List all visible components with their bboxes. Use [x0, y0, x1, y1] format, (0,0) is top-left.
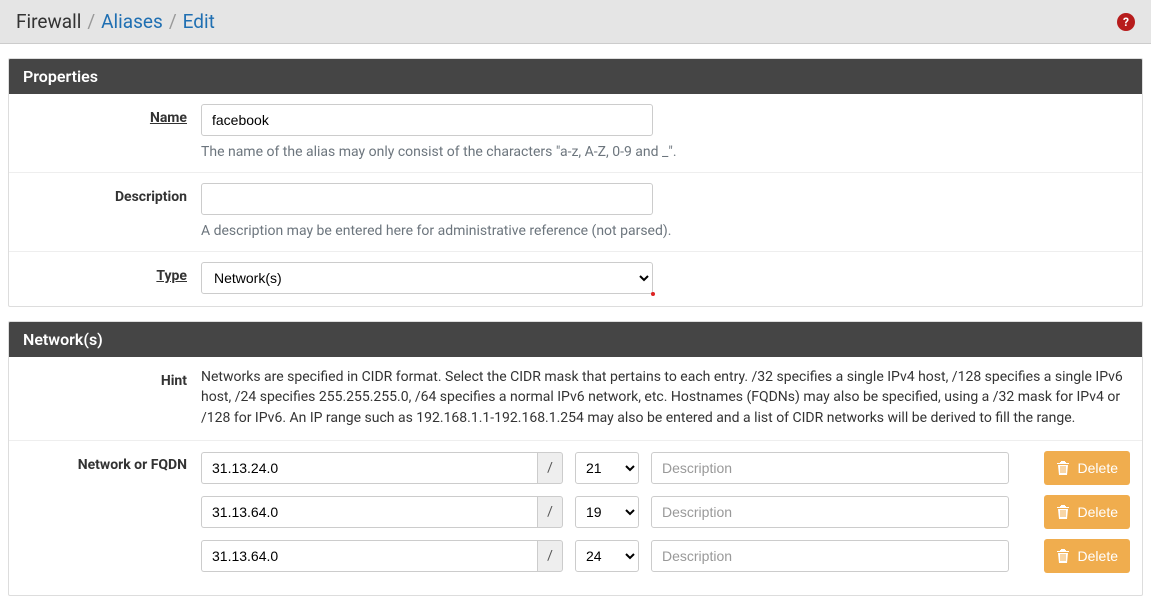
- hint-row: Hint Networks are specified in CIDR form…: [9, 357, 1142, 441]
- cidr-select[interactable]: 19: [575, 496, 639, 528]
- delete-button-label: Delete: [1078, 504, 1118, 520]
- entry-description-input[interactable]: [651, 452, 1009, 484]
- trash-icon: [1056, 504, 1070, 520]
- properties-panel: Properties Name The name of the alias ma…: [8, 58, 1143, 307]
- entry-label: Network or FQDN: [21, 451, 201, 495]
- trash-icon: [1056, 548, 1070, 564]
- entry-label: [21, 539, 201, 583]
- delete-button-label: Delete: [1078, 548, 1118, 564]
- type-select[interactable]: Network(s): [201, 262, 653, 294]
- entry-description-input[interactable]: [651, 496, 1009, 528]
- type-label: Type: [21, 262, 201, 294]
- network-address-input[interactable]: [201, 452, 537, 484]
- delete-button[interactable]: Delete: [1044, 495, 1130, 529]
- networks-panel: Network(s) Hint Networks are specified i…: [8, 321, 1143, 596]
- breadcrumb-link-aliases[interactable]: Aliases: [101, 10, 163, 33]
- breadcrumb-link-edit[interactable]: Edit: [183, 10, 215, 33]
- cidr-select[interactable]: 21: [575, 452, 639, 484]
- name-help-text: The name of the alias may only consist o…: [201, 144, 1130, 160]
- delete-button-label: Delete: [1078, 460, 1118, 476]
- name-row: Name The name of the alias may only cons…: [9, 94, 1142, 173]
- networks-panel-header: Network(s): [9, 322, 1142, 357]
- breadcrumb-bar: Firewall / Aliases / Edit ?: [0, 0, 1151, 44]
- hint-label: Hint: [21, 367, 201, 428]
- trash-icon: [1056, 460, 1070, 476]
- breadcrumb-sep: /: [87, 10, 95, 33]
- description-row: Description A description may be entered…: [9, 173, 1142, 252]
- network-entry-row: / 21 Delete: [201, 451, 1130, 485]
- name-label: Name: [21, 104, 201, 160]
- type-row: Type Network(s): [9, 252, 1142, 306]
- properties-panel-header: Properties: [9, 59, 1142, 94]
- entries-row: Network or FQDN / 21 Delete / 19 Delete/24Dele…: [9, 441, 1142, 595]
- network-entry-row: /24Delete: [201, 539, 1130, 573]
- description-label: Description: [21, 183, 201, 239]
- slash-addon: /: [537, 452, 563, 484]
- slash-addon: /: [537, 496, 563, 528]
- breadcrumb-sep: /: [169, 10, 177, 33]
- entry-label: [21, 495, 201, 539]
- network-entry-row: / 19 Delete: [201, 495, 1130, 529]
- red-dot-icon: [651, 292, 655, 296]
- help-icon[interactable]: ?: [1117, 13, 1135, 31]
- description-input[interactable]: [201, 183, 653, 215]
- delete-button[interactable]: Delete: [1044, 451, 1130, 485]
- network-address-input[interactable]: [201, 496, 537, 528]
- breadcrumb: Firewall / Aliases / Edit: [16, 10, 215, 33]
- name-input[interactable]: [201, 104, 653, 136]
- delete-button[interactable]: Delete: [1044, 539, 1130, 573]
- description-help-text: A description may be entered here for ad…: [201, 223, 1130, 239]
- hint-text: Networks are specified in CIDR format. S…: [201, 367, 1130, 428]
- breadcrumb-seg-firewall: Firewall: [16, 10, 81, 33]
